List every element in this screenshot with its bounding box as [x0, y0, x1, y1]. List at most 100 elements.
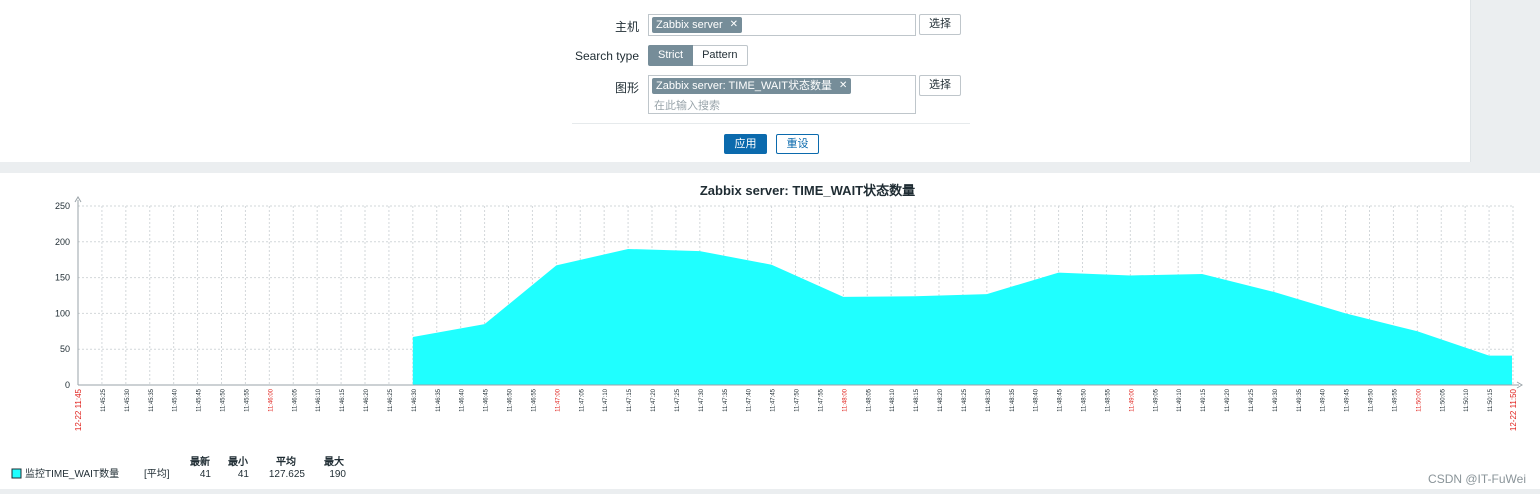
- x-tick-label: 11:47:05: [579, 388, 585, 412]
- select-host-button[interactable]: 选择: [919, 14, 961, 35]
- reset-button[interactable]: 重设: [776, 134, 819, 154]
- y-tick-label: 200: [55, 237, 70, 247]
- x-tick-label: 11:49:10: [1177, 388, 1183, 412]
- graph-label: 图形: [614, 81, 639, 95]
- y-tick-label: 250: [55, 201, 70, 211]
- x-tick-label: 11:48:55: [1105, 388, 1111, 412]
- legend-value: 190: [329, 469, 346, 480]
- watermark: CSDN @IT-FuWei: [1428, 472, 1526, 486]
- search-type-toggle: Strict Pattern: [648, 45, 748, 66]
- legend-series-name: 监控TIME_WAIT数量: [25, 467, 119, 480]
- x-tick-label: 11:48:20: [938, 388, 944, 412]
- x-tick-label: 11:50:15: [1488, 388, 1494, 412]
- legend-header: 最小: [228, 455, 248, 468]
- x-tick-label: 11:46:15: [340, 388, 346, 412]
- x-tick-label: 11:45:55: [244, 388, 250, 412]
- x-tick-label: 11:47:10: [603, 388, 609, 412]
- y-tick-label: 0: [65, 380, 70, 390]
- legend-header: 平均: [276, 455, 296, 468]
- filter-panel: 主机 Zabbix server ✕ 选择 Search type Strict…: [0, 0, 1471, 162]
- x-tick-label: 11:45:30: [125, 388, 131, 412]
- x-tick-label: 11:47:20: [651, 388, 657, 412]
- graph-chip: Zabbix server: TIME_WAIT状态数量 ✕: [652, 78, 852, 94]
- x-tick-label: 12-22 11:50: [1509, 388, 1518, 431]
- chart-title: Zabbix server: TIME_WAIT状态数量: [700, 183, 915, 198]
- x-tick-label: 11:45:50: [221, 388, 227, 412]
- x-tick-label: 11:48:50: [1082, 388, 1088, 412]
- legend-swatch: [11, 468, 22, 479]
- host-chip-label: Zabbix server: [656, 19, 723, 31]
- x-tick-label: 11:49:30: [1273, 388, 1279, 412]
- x-tick-label: 11:48:10: [890, 388, 896, 412]
- search-type-label: Search type: [574, 49, 639, 63]
- graph-chip-label: Zabbix server: TIME_WAIT状态数量: [656, 80, 833, 92]
- x-tick-label: 11:46:35: [436, 388, 442, 412]
- series-area: [412, 248, 1512, 385]
- x-tick-label: 11:47:30: [699, 388, 705, 412]
- x-tick-label: 11:46:40: [460, 388, 466, 412]
- x-tick-label: 11:49:35: [1297, 388, 1303, 412]
- x-tick-label: 11:50:10: [1464, 388, 1470, 412]
- x-tick-label: 11:48:00: [842, 388, 848, 412]
- legend-value: 41: [200, 469, 212, 480]
- legend-value: 127.625: [269, 469, 306, 480]
- search-type-pattern[interactable]: Pattern: [693, 45, 748, 66]
- x-tick-label: 11:45:45: [197, 388, 203, 412]
- x-tick-label: 11:47:55: [818, 388, 824, 412]
- legend-value: 41: [238, 469, 250, 480]
- legend-header: 最新: [190, 455, 210, 468]
- y-tick-label: 100: [55, 308, 70, 318]
- x-tick-label: 11:49:20: [1225, 388, 1231, 412]
- x-tick-label: 11:46:10: [316, 388, 322, 412]
- y-tick-label: 50: [60, 344, 70, 354]
- divider: [572, 123, 970, 124]
- x-tick-label: 11:48:15: [914, 388, 920, 412]
- x-tick-label: 12-22 11:45: [74, 388, 83, 431]
- search-type-strict[interactable]: Strict: [648, 45, 694, 66]
- x-tick-label: 11:47:45: [771, 388, 777, 412]
- y-tick-label: 150: [55, 273, 70, 283]
- select-graph-button[interactable]: 选择: [919, 75, 961, 96]
- host-label: 主机: [614, 20, 639, 34]
- x-tick-label: 11:46:30: [412, 388, 418, 412]
- x-tick-label: 11:50:05: [1440, 388, 1446, 412]
- graph-multiselect[interactable]: Zabbix server: TIME_WAIT状态数量 ✕ 在此输入搜索: [648, 75, 916, 114]
- x-tick-label: 11:47:50: [795, 388, 801, 412]
- x-tick-label: 11:46:55: [531, 388, 537, 412]
- legend-header: 最大: [324, 455, 344, 468]
- x-tick-label: 11:46:00: [268, 388, 274, 412]
- x-tick-label: 11:48:25: [962, 388, 968, 412]
- graph-chart: Zabbix server: TIME_WAIT状态数量 0 50 100 150 200…: [11, 183, 1523, 480]
- x-tick-label: 11:46:50: [508, 388, 514, 412]
- remove-chip-icon[interactable]: ✕: [839, 78, 847, 94]
- x-tick-label: 11:45:35: [149, 388, 155, 412]
- x-tick-label: 11:47:00: [555, 388, 561, 412]
- graph-panel: Zabbix server: TIME_WAIT状态数量 0 50 100 150 200…: [0, 173, 1540, 489]
- x-tick-label: 11:47:35: [723, 388, 729, 412]
- apply-button[interactable]: 应用: [724, 134, 767, 154]
- graph-search-input[interactable]: 在此输入搜索: [654, 97, 720, 113]
- x-tick-label: 11:48:30: [986, 388, 992, 412]
- x-tick-label: 11:46:20: [364, 388, 370, 412]
- x-tick-label: 11:49:45: [1345, 388, 1351, 412]
- x-tick-label: 11:45:25: [101, 388, 107, 412]
- x-tick-label: 11:49:25: [1249, 388, 1255, 412]
- x-tick-label: 11:49:50: [1369, 388, 1375, 412]
- x-tick-label: 11:49:40: [1321, 388, 1327, 412]
- x-tick-label: 11:47:40: [747, 388, 753, 412]
- x-tick-label: 11:48:40: [1034, 388, 1040, 412]
- x-tick-label: 11:49:55: [1392, 388, 1398, 412]
- x-tick-label: 11:46:45: [484, 388, 490, 412]
- remove-chip-icon[interactable]: ✕: [730, 17, 738, 33]
- x-tick-label: 11:48:05: [866, 388, 872, 412]
- x-tick-label: 11:50:00: [1416, 388, 1422, 412]
- x-tick-label: 11:49:15: [1201, 388, 1207, 412]
- host-chip: Zabbix server ✕: [652, 17, 743, 33]
- x-tick-label: 11:47:15: [627, 388, 633, 412]
- x-tick-label: 11:47:25: [675, 388, 681, 412]
- x-tick-label: 11:49:05: [1153, 388, 1159, 412]
- x-tick-label: 11:48:35: [1010, 388, 1016, 412]
- x-tick-label: 11:46:05: [292, 388, 298, 412]
- x-tick-label: 11:45:40: [173, 388, 179, 412]
- host-multiselect[interactable]: Zabbix server ✕: [648, 14, 916, 36]
